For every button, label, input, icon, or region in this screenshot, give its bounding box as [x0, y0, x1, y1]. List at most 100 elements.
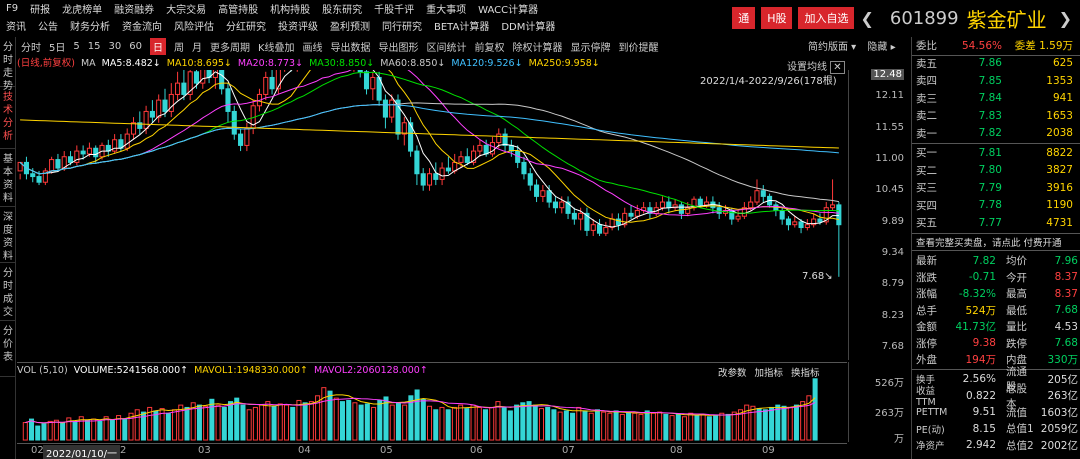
fund-key: PETTM: [916, 406, 948, 418]
candle-body: [30, 173, 36, 178]
quote-key: 今开: [1006, 271, 1027, 284]
top-menu-item[interactable]: 风险评估: [174, 18, 214, 33]
candle-body: [370, 76, 376, 90]
row-label: 卖五: [916, 57, 937, 70]
top-menu-item[interactable]: F9: [6, 3, 18, 14]
top-menu-item[interactable]: 龙虎榜单: [62, 1, 102, 16]
top-menu-item[interactable]: 融资融券: [114, 1, 154, 16]
quote-key: 跌停: [1006, 337, 1027, 350]
candle-body: [219, 70, 225, 90]
left-tab[interactable]: 分时走势: [0, 37, 16, 92]
toolbar-item[interactable]: 导出数据: [331, 39, 371, 54]
volume-bar: [557, 411, 563, 441]
candle-body: [181, 82, 187, 95]
ma-legend-item: MA20:8.773↓: [237, 58, 304, 69]
top-menu-item[interactable]: 大宗交易: [166, 1, 206, 16]
hide-button[interactable]: 隐藏: [867, 42, 887, 53]
toolbar-item[interactable]: 月: [192, 39, 202, 54]
left-tab[interactable]: 分时成交: [0, 263, 16, 321]
top-menu-item[interactable]: 高管持股: [218, 1, 258, 16]
candle-body: [93, 147, 99, 158]
left-tab[interactable]: 基本资料: [0, 149, 16, 207]
toolbar-item[interactable]: 周: [174, 39, 184, 54]
toolbar-item[interactable]: 15: [88, 41, 101, 52]
vol-tab-button[interactable]: 改参数: [718, 365, 747, 379]
candle-body: [389, 99, 395, 118]
top-menu-item[interactable]: 资讯: [6, 18, 26, 33]
volume-bar: [352, 402, 358, 441]
toolbar-item[interactable]: 显示停牌: [571, 39, 611, 54]
toolbar-item[interactable]: 导出图形: [379, 39, 419, 54]
top-menu-item[interactable]: 重大事项: [426, 1, 466, 16]
volume-bar: [439, 406, 445, 441]
top-menu-item[interactable]: 股东研究: [322, 1, 362, 16]
fund-value: 2.56%: [962, 373, 996, 386]
top-menu-item[interactable]: 财务分析: [70, 18, 110, 33]
quote-value: 41.73亿: [955, 321, 996, 334]
top-menu-item[interactable]: DDM计算器: [501, 18, 555, 33]
volume-bar: [321, 387, 327, 441]
top-menu-item[interactable]: BETA计算器: [434, 18, 489, 33]
candle-body: [521, 161, 527, 175]
candle-body: [546, 190, 552, 203]
volume-bar: [644, 410, 650, 441]
toolbar-item[interactable]: K线叠加: [258, 39, 295, 54]
quote-value: 8.37: [1054, 287, 1078, 300]
toolbar-item[interactable]: 日: [149, 37, 166, 55]
toolbar-item[interactable]: 到价提醒: [619, 39, 659, 54]
candlestick-chart[interactable]: 12.667.68↘: [17, 70, 847, 358]
top-menu-item[interactable]: 盈利预测: [330, 18, 370, 33]
toolbar-item[interactable]: 30: [108, 41, 121, 52]
level2-upgrade-link[interactable]: 查看完整买卖盘，请点此 付费开通: [916, 235, 1062, 249]
top-menu-item[interactable]: 公告: [38, 18, 58, 33]
vol-tab-button[interactable]: 加指标: [755, 365, 784, 379]
ask-row: 卖四 7.85 1353: [912, 72, 1080, 89]
tong-badge[interactable]: 通: [732, 7, 756, 29]
left-tab[interactable]: 技术分析: [0, 87, 16, 149]
next-stock-icon[interactable]: ❯: [1059, 9, 1072, 28]
top-menu-item[interactable]: 投资评级: [278, 18, 318, 33]
volume-bar: [787, 406, 793, 441]
volume-bar: [576, 406, 582, 441]
toolbar-item[interactable]: 画线: [303, 39, 323, 54]
toolbar-right: 简约版面 ▾ 隐藏 ▸: [808, 42, 896, 53]
toolbar-item[interactable]: 除权计算器: [513, 39, 563, 54]
prev-stock-icon[interactable]: ❮: [860, 9, 873, 28]
top-menu-item[interactable]: WACC计算器: [478, 1, 538, 16]
toolbar-item[interactable]: 更多周期: [210, 39, 250, 54]
top-menu-item[interactable]: 同行研究: [382, 18, 422, 33]
top-menu-item[interactable]: 机构持股: [270, 1, 310, 16]
left-tab[interactable]: 深度资料: [0, 207, 16, 263]
left-tab[interactable]: 分价表: [0, 321, 16, 377]
top-menu-item[interactable]: 分红研究: [226, 18, 266, 33]
volume-bar: [221, 406, 227, 441]
row-label: 卖三: [916, 92, 937, 105]
volume-bar: [72, 420, 78, 441]
volume-bar: [395, 402, 401, 441]
price-tick: 8.79: [881, 277, 904, 289]
quote-value: 8.37: [1054, 271, 1078, 284]
candle-body: [86, 147, 92, 155]
top-menu-item[interactable]: 资金流向: [122, 18, 162, 33]
quote-key: 总手: [916, 304, 937, 317]
candle-body: [785, 218, 792, 226]
hshare-button[interactable]: H股: [761, 7, 793, 29]
toolbar-item[interactable]: 60: [129, 41, 142, 52]
top-menu-item[interactable]: 千股千评: [374, 1, 414, 16]
row-volume: 2038: [1046, 127, 1073, 139]
add-watchlist-button[interactable]: 加入自选: [798, 7, 855, 29]
bid-row: 买一 7.81 8822: [912, 144, 1080, 161]
toolbar-item[interactable]: 区间统计: [427, 39, 467, 54]
simple-layout-button[interactable]: 简约版面: [808, 42, 848, 53]
toolbar-item[interactable]: 前复权: [475, 39, 505, 54]
toolbar-item[interactable]: 分时: [21, 39, 41, 54]
candle-body: [760, 190, 766, 197]
toolbar-item[interactable]: 5: [73, 41, 79, 52]
top-menu-item[interactable]: 研报: [30, 1, 50, 16]
candle-body: [666, 201, 672, 209]
row-price: 7.78: [978, 199, 1002, 211]
vol-tab-button[interactable]: 换指标: [791, 365, 820, 379]
volume-bar: [134, 409, 140, 441]
fundamental-row: 净资产 2.942 总值2 2002亿: [912, 437, 1080, 454]
toolbar-item[interactable]: 5日: [49, 39, 65, 54]
